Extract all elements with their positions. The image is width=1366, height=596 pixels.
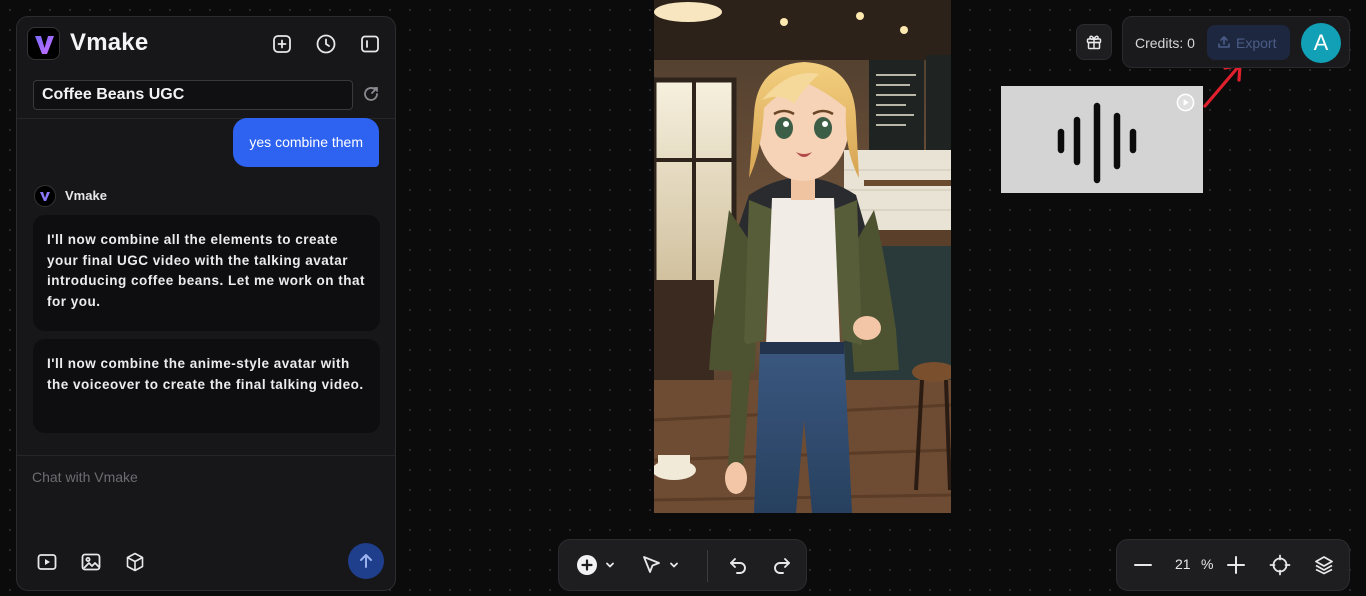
new-chat-icon[interactable] [271,33,293,55]
collapse-panel-icon[interactable] [359,33,381,55]
history-icon[interactable] [315,33,337,55]
zoom-toolbar: 21 % [1116,539,1350,591]
chevron-down-icon[interactable] [605,560,615,570]
project-title-input[interactable]: Coffee Beans UGC [33,80,353,110]
zoom-level: 21 [1175,556,1191,572]
account-bar: Credits: 0 Export A [1122,16,1350,68]
chat-input[interactable]: Chat with Vmake [32,469,138,485]
user-message: yes combine them [233,118,379,167]
zoom-unit: % [1201,556,1214,572]
video-icon[interactable] [36,551,58,573]
divider [17,455,395,456]
upload-icon [1218,36,1230,48]
3d-box-icon[interactable] [124,551,146,573]
credits-label: Credits: 0 [1135,35,1195,51]
vmake-logo [27,27,60,60]
redo-icon[interactable] [771,554,793,576]
waveform-icon [1057,102,1137,184]
toolbar-divider [707,550,708,582]
bot-avatar [34,185,56,207]
arrow-up-icon [360,554,372,568]
gift-button[interactable] [1076,24,1112,60]
bot-name: Vmake [65,188,107,203]
gift-icon [1086,35,1102,50]
undo-icon[interactable] [727,554,749,576]
zoom-out-icon[interactable] [1132,554,1154,576]
export-button[interactable]: Export [1207,25,1290,60]
pointer-icon[interactable] [641,554,663,576]
assistant-message: I'll now combine all the elements to cre… [33,215,380,331]
user-avatar[interactable]: A [1301,23,1341,63]
app-name: Vmake [70,29,149,56]
chevron-down-icon[interactable] [669,560,679,570]
send-button[interactable] [348,543,384,579]
anime-girl-cafe-image[interactable] [654,0,951,513]
audio-waveform-card[interactable] [1001,86,1203,193]
export-label: Export [1236,35,1277,51]
zoom-in-icon[interactable] [1225,554,1247,576]
edit-title-icon[interactable] [361,84,381,104]
audio-play-icon[interactable] [1176,93,1195,112]
fit-to-screen-icon[interactable] [1269,554,1291,576]
canvas-toolbar [558,539,807,591]
assistant-message: I'll now combine the anime-style avatar … [33,339,380,433]
add-icon[interactable] [576,554,598,576]
image-icon[interactable] [80,551,102,573]
chat-panel: Vmake Coffee Beans UGC yes combine them … [16,16,396,591]
layers-icon[interactable] [1313,554,1335,576]
